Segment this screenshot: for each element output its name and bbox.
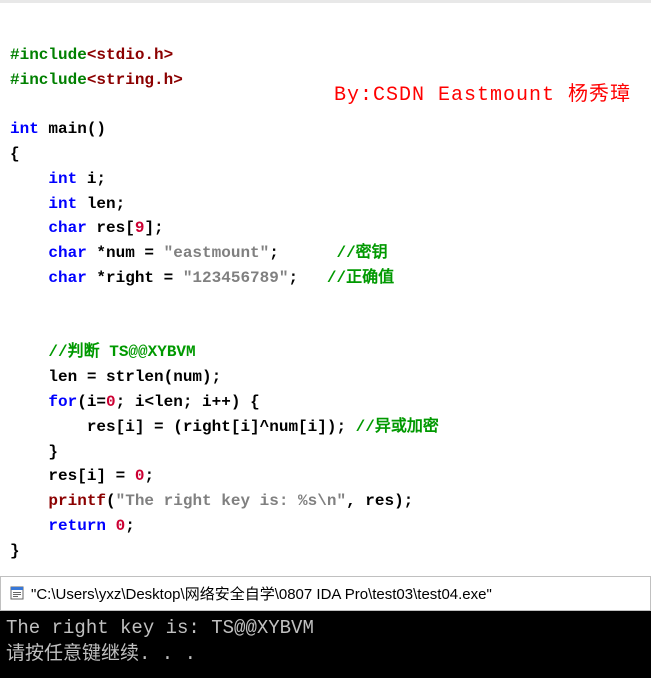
tok: 0 <box>106 393 116 411</box>
tok: "The right key is: %s\n" <box>116 492 346 510</box>
tok: //判断 TS@@XYBVM <box>48 343 195 361</box>
tok: *right = <box>87 269 183 287</box>
tok: return <box>48 517 106 535</box>
console-line: 请按任意键继续. . . <box>6 643 196 665</box>
tok <box>10 269 48 287</box>
tok: ; i<len; i++) { <box>116 393 260 411</box>
app-icon <box>9 585 25 601</box>
code-editor: By:CSDN Eastmount 杨秀璋 #include<stdio.h> #… <box>0 0 651 574</box>
tok <box>10 195 48 213</box>
tok: res[i] = (right[i]^num[i]); <box>10 418 356 436</box>
tok <box>10 170 48 188</box>
tok <box>10 517 48 535</box>
console-title-text: "C:\Users\yxz\Desktop\网络安全自学\0807 IDA Pr… <box>31 583 492 604</box>
tok: ; <box>269 244 336 262</box>
tok: *num = <box>87 244 164 262</box>
tok: char <box>48 269 86 287</box>
tok: { <box>10 145 20 163</box>
tok: (i= <box>77 393 106 411</box>
tok <box>10 492 48 510</box>
tok: int <box>48 195 77 213</box>
tok: ; <box>144 467 154 485</box>
tok: , res); <box>346 492 413 510</box>
tok: ]; <box>144 219 163 237</box>
tok: i; <box>77 170 106 188</box>
tok: int <box>10 120 39 138</box>
tok: ; <box>125 517 135 535</box>
tok <box>10 343 48 361</box>
console-titlebar: "C:\Users\yxz\Desktop\网络安全自学\0807 IDA Pr… <box>0 576 651 611</box>
console-line: The right key is: TS@@XYBVM <box>6 617 314 639</box>
tok: } <box>10 542 20 560</box>
tok: len; <box>77 195 125 213</box>
tok: 0 <box>116 517 126 535</box>
tok: //异或加密 <box>356 418 439 436</box>
tok: char <box>48 219 86 237</box>
tok: printf <box>48 492 106 510</box>
tok: int <box>48 170 77 188</box>
tok: //正确值 <box>327 269 394 287</box>
tok: //密钥 <box>336 244 387 262</box>
tok: main() <box>39 120 106 138</box>
tok: res[i] = <box>10 467 135 485</box>
tok: ( <box>106 492 116 510</box>
tok: <stdio.h> <box>87 46 173 64</box>
tok: res[ <box>87 219 135 237</box>
tok: len = strlen(num); <box>10 368 221 386</box>
tok: <string.h> <box>87 71 183 89</box>
tok: char <box>48 244 86 262</box>
tok: for <box>48 393 77 411</box>
tok: } <box>10 443 58 461</box>
tok: #include <box>10 71 87 89</box>
tok: "eastmount" <box>164 244 270 262</box>
tok: 9 <box>135 219 145 237</box>
tok <box>10 393 48 411</box>
watermark: By:CSDN Eastmount 杨秀璋 <box>334 80 631 111</box>
tok: #include <box>10 46 87 64</box>
tok: 0 <box>135 467 145 485</box>
tok <box>10 244 48 262</box>
tok <box>106 517 116 535</box>
tok: "123456789" <box>183 269 289 287</box>
tok <box>10 219 48 237</box>
tok: ; <box>288 269 326 287</box>
